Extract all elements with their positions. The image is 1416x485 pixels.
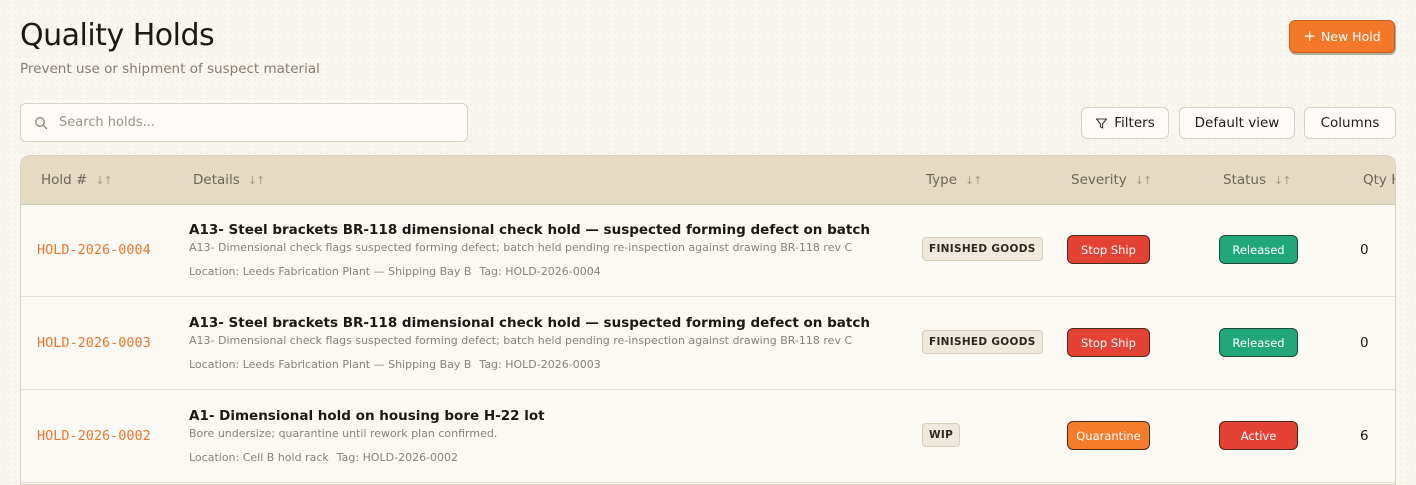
page-subtitle: Prevent use or shipment of suspect mater… [20, 61, 320, 77]
hold-location: Location: Leeds Fabrication Plant — Ship… [189, 265, 472, 278]
column-header-type[interactable]: Type ↓↑ [926, 156, 982, 204]
qty-value: 0 [1360, 242, 1369, 258]
qty-value: 0 [1360, 335, 1369, 351]
hold-description: A13- Dimensional check flags suspected f… [189, 241, 853, 254]
column-label: Hold # [41, 172, 88, 188]
sort-icon: ↓↑ [247, 173, 265, 187]
severity-badge: Stop Ship [1067, 328, 1150, 357]
column-label: Status [1223, 172, 1267, 188]
table-row[interactable]: HOLD-2026-0004 A13- Steel brackets BR-11… [21, 204, 1395, 297]
table-row[interactable]: HOLD-2026-0003 A13- Steel brackets BR-11… [21, 297, 1395, 390]
hold-meta: Location: Leeds Fabrication Plant — Ship… [189, 358, 601, 371]
new-hold-button[interactable]: + New Hold [1289, 20, 1395, 53]
hold-location: Location: Cell B hold rack [189, 451, 329, 464]
sort-icon: ↓↑ [1274, 173, 1291, 187]
type-badge: FINISHED GOODS [922, 237, 1043, 261]
hold-tag: Tag: HOLD-2026-0004 [479, 265, 601, 278]
column-label: Details [193, 172, 240, 188]
hold-title: A1- Dimensional hold on housing bore H-2… [189, 408, 545, 424]
type-badge: FINISHED GOODS [922, 330, 1043, 354]
column-label: Severity [1071, 172, 1127, 188]
column-header-qty[interactable]: Qty H [1363, 156, 1395, 204]
search-input[interactable] [57, 114, 441, 131]
hold-tag: Tag: HOLD-2026-0002 [336, 451, 459, 464]
default-view-label: Default view [1194, 115, 1280, 131]
hold-title: A13- Steel brackets BR-118 dimensional c… [189, 315, 870, 331]
columns-label: Columns [1320, 115, 1380, 131]
search-icon [35, 116, 48, 129]
hold-id-link[interactable]: HOLD-2026-0002 [37, 390, 151, 482]
columns-button[interactable]: Columns [1304, 107, 1396, 139]
default-view-button[interactable]: Default view [1179, 107, 1295, 139]
table-row[interactable]: HOLD-2026-0002 A1- Dimensional hold on h… [21, 390, 1395, 483]
status-badge: Released [1219, 328, 1298, 357]
qty-value: 6 [1360, 428, 1369, 444]
status-badge: Active [1219, 421, 1298, 450]
type-badge: WIP [922, 423, 961, 447]
filters-button[interactable]: Filters [1081, 107, 1169, 139]
column-header-severity[interactable]: Severity ↓↑ [1071, 156, 1152, 204]
hold-tag: Tag: HOLD-2026-0003 [479, 358, 601, 371]
column-label: Type [926, 172, 958, 188]
column-label: Qty H [1363, 172, 1395, 188]
severity-badge: Stop Ship [1067, 235, 1150, 264]
column-header-status[interactable]: Status ↓↑ [1223, 156, 1291, 204]
new-hold-label: New Hold [1320, 29, 1381, 44]
sort-icon: ↓↑ [1134, 173, 1152, 187]
search-box[interactable] [20, 103, 468, 142]
hold-description: Bore undersize; quarantine until rework … [189, 427, 498, 440]
table-header: Hold # ↓↑ Details ↓↑ Type ↓↑ Severity ↓↑ Sta… [21, 156, 1395, 205]
hold-id-link[interactable]: HOLD-2026-0004 [37, 204, 151, 296]
column-header-hold-number[interactable]: Hold # ↓↑ [41, 156, 113, 204]
filters-label: Filters [1114, 115, 1155, 131]
hold-title: A13- Steel brackets BR-118 dimensional c… [189, 222, 870, 238]
filter-icon [1096, 117, 1108, 129]
hold-meta: Location: Leeds Fabrication Plant — Ship… [189, 265, 601, 278]
page-title: Quality Holds [20, 18, 215, 53]
hold-meta: Location: Cell B hold rack Tag: HOLD-2026… [189, 451, 458, 464]
sort-icon: ↓↑ [95, 173, 112, 187]
hold-id-link[interactable]: HOLD-2026-0003 [37, 297, 151, 389]
hold-location: Location: Leeds Fabrication Plant — Ship… [189, 358, 472, 371]
severity-badge: Quarantine [1067, 421, 1150, 450]
plus-icon: + [1303, 27, 1316, 45]
status-badge: Released [1219, 235, 1298, 264]
hold-description: A13- Dimensional check flags suspected f… [189, 334, 853, 347]
holds-table: Hold # ↓↑ Details ↓↑ Type ↓↑ Severity ↓↑ Sta… [20, 155, 1396, 485]
column-header-details[interactable]: Details ↓↑ [193, 156, 265, 204]
sort-icon: ↓↑ [965, 173, 982, 187]
